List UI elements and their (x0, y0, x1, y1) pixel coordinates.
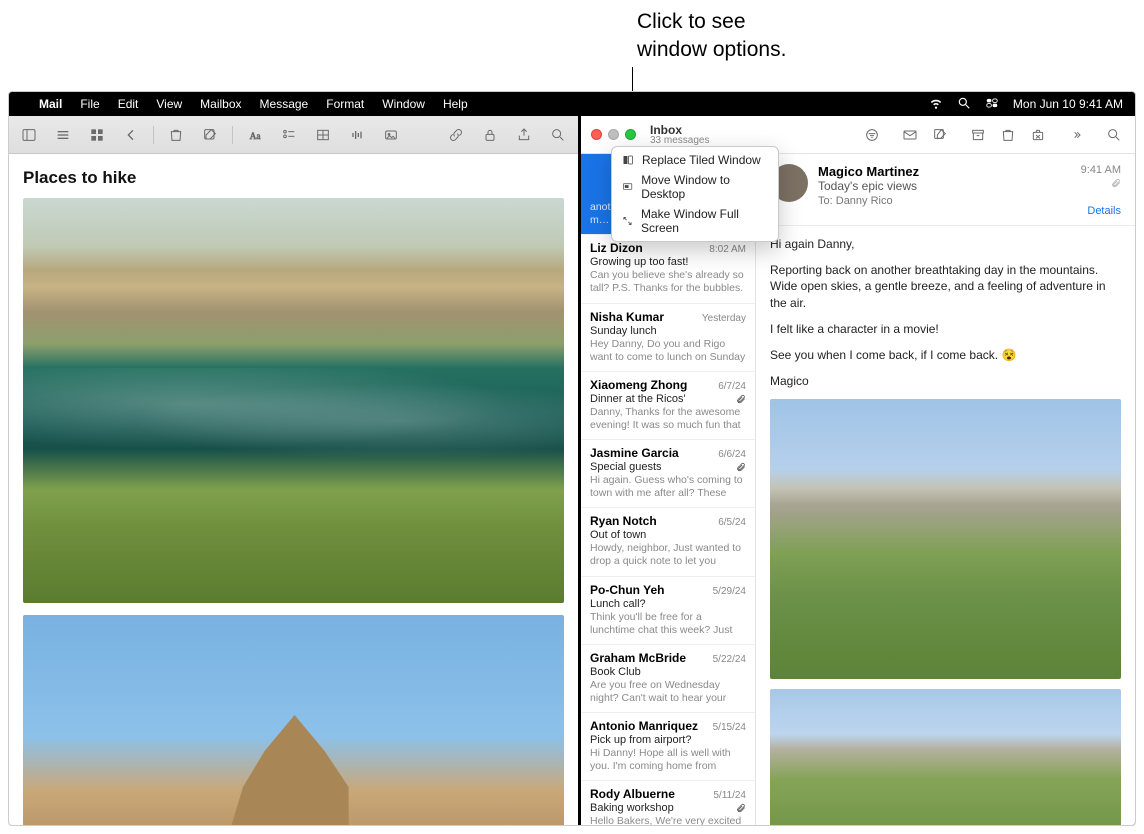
menu-move-to-desktop-label: Move Window to Desktop (641, 173, 768, 201)
message-list-item[interactable]: Nisha KumarYesterday Sunday lunch Hey Da… (581, 304, 755, 372)
menubar-app-name[interactable]: Mail (39, 97, 62, 111)
header-subject: Today's epic views (818, 179, 1071, 193)
attachment-icon (1111, 178, 1121, 188)
svg-text:Aa: Aa (250, 132, 262, 142)
menubar-file[interactable]: File (80, 97, 99, 111)
reading-pane: Magico Martinez Today's epic views To: D… (756, 154, 1135, 825)
archive-icon[interactable] (967, 124, 989, 146)
annotation-callout: Click to see window options. (637, 8, 786, 65)
message-list-item[interactable]: Jasmine Garcia6/6/24 Special guests Hi a… (581, 440, 755, 508)
menubar-view[interactable]: View (156, 97, 182, 111)
menubar-mailbox[interactable]: Mailbox (200, 97, 241, 111)
control-center-icon[interactable] (985, 96, 999, 113)
mail-toolbar (861, 124, 1125, 146)
message-list-item[interactable]: Ryan Notch6/5/24 Out of town Howdy, neig… (581, 508, 755, 576)
macos-menubar: Mail File Edit View Mailbox Message Form… (9, 92, 1135, 116)
body-paragraph: I felt like a character in a movie! (770, 321, 1121, 337)
list-view-icon[interactable] (51, 124, 75, 146)
window-options-menu: Replace Tiled Window Move Window to Desk… (611, 146, 779, 242)
message-header: Magico Martinez Today's epic views To: D… (756, 154, 1135, 226)
body-paragraph: Hi again Danny, (770, 236, 1121, 252)
junk-icon[interactable] (1027, 124, 1049, 146)
menu-make-fullscreen[interactable]: Make Window Full Screen (612, 204, 778, 238)
compose-mail-icon[interactable] (929, 124, 951, 146)
right-tiled-window-mail: Inbox 33 messages Replace Tiled Window M… (581, 116, 1135, 825)
more-icon[interactable] (1065, 124, 1087, 146)
link-icon[interactable] (444, 124, 468, 146)
message-list-item[interactable]: Liz Dizon8:02 AM Growing up too fast! Ca… (581, 235, 755, 303)
left-toolbar: Aa (9, 116, 578, 154)
mail-titlebar: Inbox 33 messages Replace Tiled Window M… (581, 116, 1135, 154)
document-body: Places to hike (9, 154, 578, 825)
message-list-item[interactable]: Graham McBride5/22/24 Book Club Are you … (581, 645, 755, 713)
message-list-item[interactable]: Rody Albuerne5/11/24 Baking workshop Hel… (581, 781, 755, 825)
text-format-icon[interactable]: Aa (243, 124, 267, 146)
menubar-help[interactable]: Help (443, 97, 468, 111)
email-photo-2 (770, 689, 1121, 825)
header-time: 9:41 AM (1081, 164, 1121, 176)
envelope-icon[interactable] (899, 124, 921, 146)
spotlight-icon[interactable] (957, 96, 971, 113)
close-window-button[interactable] (591, 129, 602, 140)
hike-photo-2 (23, 615, 564, 825)
menu-replace-tiled-label: Replace Tiled Window (642, 153, 761, 167)
menubar-clock[interactable]: Mon Jun 10 9:41 AM (1013, 97, 1123, 111)
search-mail-icon[interactable] (1103, 124, 1125, 146)
sidebar-toggle-icon[interactable] (17, 124, 41, 146)
message-list-item[interactable]: Antonio Manriquez5/15/24 Pick up from ai… (581, 713, 755, 781)
message-list-item[interactable]: Xiaomeng Zhong6/7/24 Dinner at the Ricos… (581, 372, 755, 440)
message-list-item[interactable]: Po-Chun Yeh5/29/24 Lunch call? Think you… (581, 577, 755, 645)
menu-move-to-desktop[interactable]: Move Window to Desktop (612, 170, 778, 204)
audio-icon[interactable] (345, 124, 369, 146)
header-to: To: Danny Rico (818, 195, 1071, 207)
message-body: Hi again Danny, Reporting back on anothe… (756, 226, 1135, 825)
media-icon[interactable] (379, 124, 403, 146)
menubar-window[interactable]: Window (382, 97, 425, 111)
desktop-screenshot: Mail File Edit View Mailbox Message Form… (8, 91, 1136, 826)
left-tiled-window: Aa Places to hike (9, 116, 581, 825)
header-from: Magico Martinez (818, 164, 1071, 179)
zoom-window-button[interactable] (625, 129, 636, 140)
menubar-edit[interactable]: Edit (118, 97, 139, 111)
details-link[interactable]: Details (1081, 205, 1121, 217)
hike-photo-1 (23, 198, 564, 603)
body-paragraph: Reporting back on another breathtaking d… (770, 262, 1121, 311)
checklist-icon[interactable] (277, 124, 301, 146)
mailbox-title: Inbox 33 messages (650, 124, 709, 146)
body-paragraph: See you when I come back, if I come back… (770, 347, 1121, 363)
delete-icon[interactable] (997, 124, 1019, 146)
table-icon[interactable] (311, 124, 335, 146)
compose-icon[interactable] (198, 124, 222, 146)
search-icon[interactable] (546, 124, 570, 146)
lock-icon[interactable] (478, 124, 502, 146)
body-signature: Magico (770, 373, 1121, 389)
grid-view-icon[interactable] (85, 124, 109, 146)
menubar-message[interactable]: Message (260, 97, 309, 111)
wifi-icon[interactable] (929, 96, 943, 113)
toolbar-separator (153, 126, 154, 144)
message-list[interactable]: another breathtaking day in the m… Liz D… (581, 154, 756, 825)
menu-make-fullscreen-label: Make Window Full Screen (641, 207, 768, 235)
filter-icon[interactable] (861, 124, 883, 146)
minimize-window-button[interactable] (608, 129, 619, 140)
toolbar-separator-2 (232, 126, 233, 144)
document-title: Places to hike (23, 168, 564, 188)
share-icon[interactable] (512, 124, 536, 146)
menubar-format[interactable]: Format (326, 97, 364, 111)
menu-replace-tiled[interactable]: Replace Tiled Window (612, 150, 778, 170)
back-icon[interactable] (119, 124, 143, 146)
mailbox-name: Inbox (650, 124, 709, 136)
trash-icon[interactable] (164, 124, 188, 146)
window-controls (591, 129, 636, 140)
mailbox-count: 33 messages (650, 136, 709, 146)
email-photo-1 (770, 399, 1121, 679)
